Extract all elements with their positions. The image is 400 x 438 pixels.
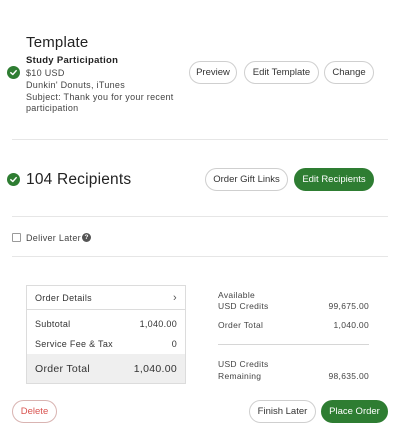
remaining-credits-value: 98,635.00 xyxy=(328,371,369,381)
order-details-box: Order Details › Subtotal 1,040.00 Servic… xyxy=(26,285,186,384)
subtotal-value: 1,040.00 xyxy=(139,319,177,329)
order-gift-links-button[interactable]: Order Gift Links xyxy=(205,168,288,191)
available-credits-label-1: Available xyxy=(218,290,256,300)
available-credits-value: 99,675.00 xyxy=(328,301,369,311)
remaining-credits-label-2: Remaining xyxy=(218,371,262,381)
fee-label: Service Fee & Tax xyxy=(35,339,113,349)
deliver-later-checkbox[interactable] xyxy=(12,233,21,242)
template-brands: Dunkin' Donuts, iTunes xyxy=(26,80,126,90)
change-template-button[interactable]: Change xyxy=(324,61,374,84)
fee-value: 0 xyxy=(171,339,177,349)
place-order-button[interactable]: Place Order xyxy=(321,400,388,423)
order-total-row: Order Total 1,040.00 xyxy=(27,354,185,383)
template-name: Study Participation xyxy=(26,55,119,66)
credits-divider xyxy=(218,344,369,345)
order-details-title: Order Details xyxy=(35,292,92,303)
fee-row: Service Fee & Tax 0 xyxy=(27,337,185,351)
deliver-later-label: Deliver Later xyxy=(26,233,81,243)
edit-recipients-button[interactable]: Edit Recipients xyxy=(294,168,374,191)
edit-template-button[interactable]: Edit Template xyxy=(244,61,319,84)
order-total-value: 1,040.00 xyxy=(133,362,177,375)
delete-button[interactable]: Delete xyxy=(12,400,57,423)
template-subject-line-2: participation xyxy=(26,103,79,113)
subtotal-label: Subtotal xyxy=(35,319,71,329)
divider xyxy=(12,139,388,140)
finish-later-button[interactable]: Finish Later xyxy=(249,400,316,423)
recipients-check-icon xyxy=(7,173,20,186)
preview-button[interactable]: Preview xyxy=(189,61,237,84)
remaining-credits-label-1: USD Credits xyxy=(218,359,269,369)
divider xyxy=(12,216,388,217)
credits-order-total-label: Order Total xyxy=(218,320,264,330)
recipients-heading: 104 Recipients xyxy=(26,171,132,188)
available-credits-label-2: USD Credits xyxy=(218,301,269,311)
order-total-label: Order Total xyxy=(35,362,91,375)
order-details-header[interactable]: Order Details › xyxy=(27,286,185,310)
credits-order-total-value: 1,040.00 xyxy=(333,320,369,330)
template-amount: $10 USD xyxy=(26,68,65,78)
template-check-icon xyxy=(7,66,20,79)
chevron-right-icon: › xyxy=(173,291,177,304)
template-heading: Template xyxy=(26,34,89,51)
subtotal-row: Subtotal 1,040.00 xyxy=(27,317,185,331)
help-icon[interactable]: ? xyxy=(82,233,91,242)
divider xyxy=(12,256,388,257)
